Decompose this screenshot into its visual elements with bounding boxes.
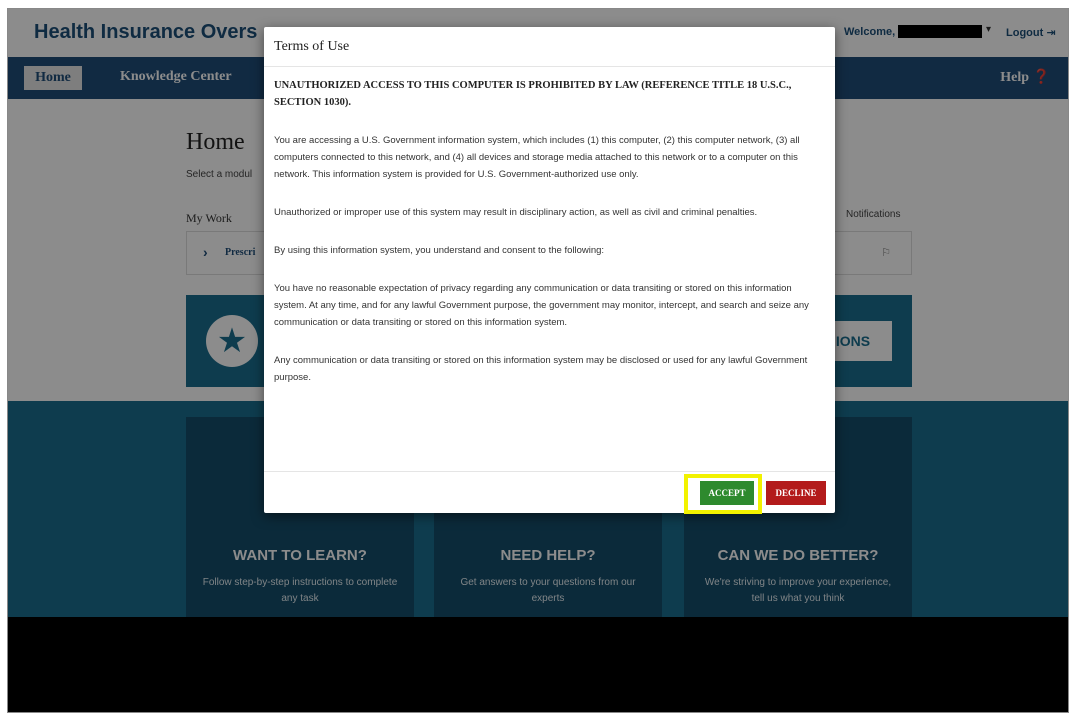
legal-warning: UNAUTHORIZED ACCESS TO THIS COMPUTER IS …: [274, 80, 792, 108]
terms-of-use-dialog: Terms of Use UNAUTHORIZED ACCESS TO THIS…: [264, 27, 835, 514]
terms-paragraph: You have no reasonable expectation of pr…: [274, 283, 809, 328]
dialog-header: Terms of Use: [264, 27, 835, 67]
terms-paragraph: By using this information system, you un…: [274, 245, 605, 256]
terms-paragraph: You are accessing a U.S. Government info…: [274, 135, 800, 180]
terms-paragraph: Any communication or data transiting or …: [274, 355, 808, 383]
dialog-body: UNAUTHORIZED ACCESS TO THIS COMPUTER IS …: [274, 77, 824, 407]
screenshot-frame: Health Insurance Overs Welcome, ▾ Logout…: [7, 8, 1069, 713]
decline-button[interactable]: DECLINE: [766, 481, 826, 505]
app-window: Health Insurance Overs Welcome, ▾ Logout…: [8, 9, 1068, 617]
terms-paragraph: Unauthorized or improper use of this sys…: [274, 207, 758, 218]
dialog-title: Terms of Use: [274, 39, 350, 54]
accept-button[interactable]: ACCEPT: [700, 481, 754, 505]
